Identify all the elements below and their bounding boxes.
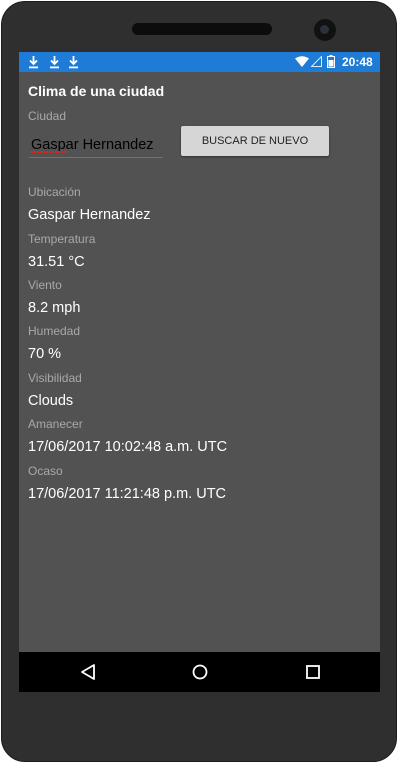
temperature-label: Temperatura [28,232,96,246]
wind-value: 8.2 mph [28,300,81,316]
status-bar: 20:48 [19,52,380,72]
sunrise-label: Amanecer [28,417,83,431]
city-input[interactable] [29,132,163,158]
home-icon [192,664,208,680]
visibility-label: Visibilidad [28,371,82,385]
sunrise-value: 17/06/2017 10:02:48 a.m. UTC [28,439,228,455]
download-icon [29,56,38,69]
app-screen: 20:48 Clima de una ciudad Ciudad BUSCAR … [19,52,380,692]
speaker-grille [132,23,272,35]
search-again-button[interactable]: BUSCAR DE NUEVO [181,126,329,156]
location-value: Gaspar Hernandez [28,207,151,223]
page-title: Clima de una ciudad [28,83,165,99]
sunset-label: Ocaso [28,464,63,478]
temperature-value: 31.51 °C [28,254,85,270]
city-label: Ciudad [28,109,67,123]
location-label: Ubicación [28,185,81,199]
wind-label: Viento [28,278,62,292]
visibility-value: Clouds [28,393,74,409]
recents-icon [306,665,320,679]
humidity-label: Humedad [28,324,81,338]
spellcheck-underline [31,151,68,153]
battery-icon [327,55,335,68]
download-icon [69,56,78,69]
signal-icon [311,56,322,67]
home-button[interactable] [187,660,213,684]
sunset-value: 17/06/2017 11:21:48 p.m. UTC [28,486,227,502]
front-camera [314,19,336,41]
status-clock: 20:48 [342,55,373,69]
recents-button[interactable] [300,660,326,684]
navigation-bar [19,652,380,692]
back-icon [81,664,95,680]
download-icon [50,56,59,69]
wifi-icon [295,56,309,67]
humidity-value: 70 % [28,346,62,362]
back-button[interactable] [75,660,101,684]
